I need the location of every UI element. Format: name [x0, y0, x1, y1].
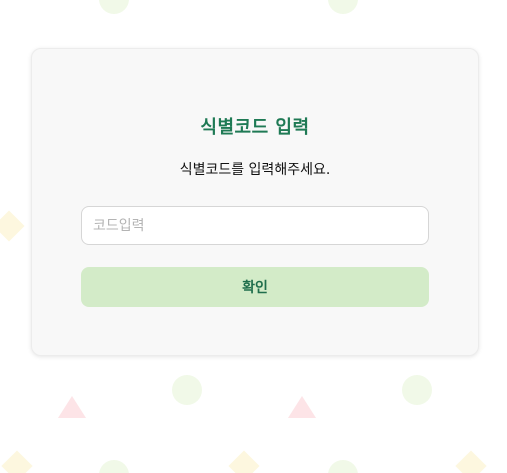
decor-diamond — [0, 210, 25, 242]
code-input[interactable] — [81, 206, 429, 245]
decor-circle — [172, 375, 202, 405]
page: 식별코드 입력 식별코드를 입력해주세요. 확인 — [0, 0, 507, 473]
card-subtitle: 식별코드를 입력해주세요. — [179, 162, 331, 178]
decor-diamond — [1, 450, 33, 473]
decor-triangle — [288, 396, 316, 418]
decor-circle — [328, 0, 358, 14]
decor-triangle — [58, 396, 86, 418]
decor-circle — [402, 375, 432, 405]
card-title: 식별코드 입력 — [200, 117, 310, 138]
confirm-button[interactable]: 확인 — [81, 267, 429, 307]
code-entry-card: 식별코드 입력 식별코드를 입력해주세요. 확인 — [31, 48, 479, 356]
decor-diamond — [455, 450, 487, 473]
decor-circle — [99, 460, 129, 473]
decor-circle — [99, 0, 129, 14]
decor-circle — [328, 460, 358, 473]
decor-diamond — [228, 450, 260, 473]
